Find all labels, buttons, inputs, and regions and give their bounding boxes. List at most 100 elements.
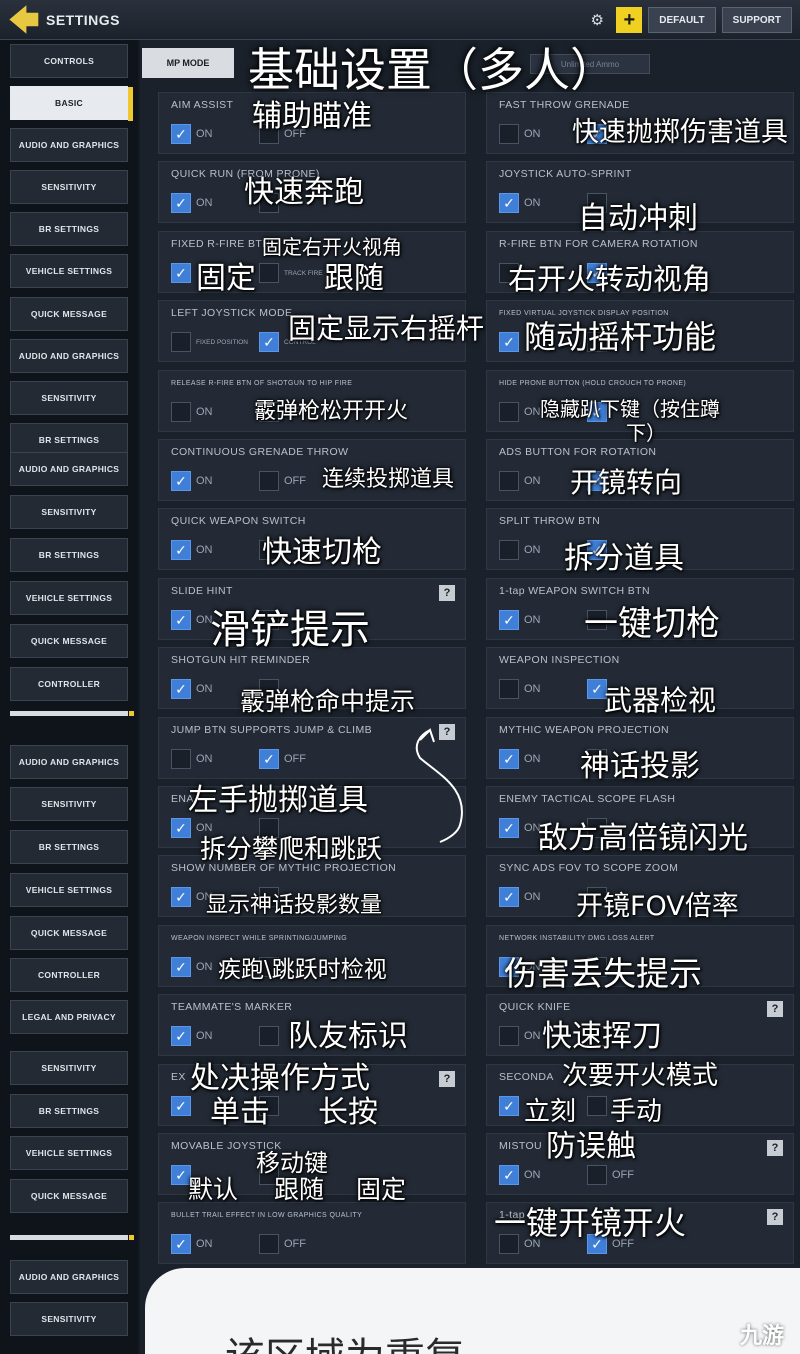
sidebar-item[interactable]: CONTROLLER — [10, 958, 128, 992]
option-1[interactable]: ✓ ON — [499, 192, 541, 214]
option-1[interactable]: ON — [171, 401, 213, 423]
option-1[interactable]: FIXED POSITION — [171, 331, 248, 353]
option-1[interactable]: ON — [499, 678, 541, 700]
checkbox[interactable]: ✓ — [499, 1096, 519, 1116]
option-1[interactable]: ✓ ON — [171, 609, 213, 631]
sidebar-item[interactable]: VEHICLE SETTINGS — [10, 254, 128, 288]
option-1[interactable]: ✓ ON — [499, 886, 541, 908]
option-1[interactable]: ✓ ON — [499, 609, 541, 631]
back-arrow-icon[interactable] — [9, 5, 39, 34]
checkbox[interactable]: ✓ — [171, 263, 191, 283]
sidebar-item[interactable]: VEHICLE SETTINGS — [10, 873, 128, 907]
option-2[interactable] — [259, 1025, 284, 1047]
option-2[interactable]: OFF — [259, 470, 306, 492]
plus-icon[interactable]: + — [616, 7, 643, 33]
checkbox[interactable]: ✓ — [499, 610, 519, 630]
checkbox[interactable]: ✓ — [171, 124, 191, 144]
option-1[interactable]: ✓ ON — [171, 123, 213, 145]
checkbox[interactable] — [171, 402, 191, 422]
checkbox[interactable]: ✓ — [499, 887, 519, 907]
option-1[interactable]: ON — [171, 748, 213, 770]
option-1[interactable]: ✓ ON — [499, 1164, 541, 1186]
checkbox[interactable]: ✓ — [171, 540, 191, 560]
sidebar-item[interactable]: QUICK MESSAGE — [10, 624, 128, 658]
checkbox[interactable] — [499, 471, 519, 491]
checkbox[interactable]: ✓ — [171, 957, 191, 977]
option-1[interactable]: ON — [499, 1025, 541, 1047]
option-1[interactable]: ON — [499, 470, 541, 492]
sidebar-item[interactable]: QUICK MESSAGE — [10, 297, 128, 331]
option-1[interactable]: ✓ ON — [499, 748, 541, 770]
sidebar-item[interactable]: SENSITIVITY — [10, 381, 128, 415]
sidebar-item[interactable]: LEGAL AND PRIVACY — [10, 1000, 128, 1034]
support-button[interactable]: SUPPORT — [721, 7, 792, 33]
checkbox[interactable]: ✓ — [499, 749, 519, 769]
gear-icon[interactable]: ⚙ — [584, 7, 610, 33]
sidebar-item[interactable]: SENSITIVITY — [10, 1302, 128, 1336]
option-2[interactable] — [587, 1095, 612, 1117]
option-1[interactable]: ✓ — [499, 331, 524, 353]
sidebar-item[interactable]: SENSITIVITY — [10, 787, 128, 821]
checkbox[interactable] — [499, 1026, 519, 1046]
default-button[interactable]: DEFAULT — [648, 7, 716, 33]
sidebar-item[interactable]: BASIC — [10, 86, 133, 121]
checkbox[interactable]: ✓ — [171, 679, 191, 699]
sidebar-item[interactable]: QUICK MESSAGE — [10, 916, 128, 950]
checkbox[interactable] — [259, 471, 279, 491]
checkbox[interactable] — [499, 679, 519, 699]
option-2[interactable]: OFF — [259, 1233, 306, 1255]
help-icon[interactable]: ? — [439, 585, 455, 601]
checkbox[interactable] — [587, 1165, 607, 1185]
checkbox[interactable]: ✓ — [171, 610, 191, 630]
option-1[interactable]: ✓ ON — [171, 192, 213, 214]
sidebar-item[interactable]: SENSITIVITY — [10, 1051, 128, 1085]
sidebar-item[interactable]: BR SETTINGS — [10, 830, 128, 864]
option-2[interactable]: OFF — [587, 1164, 634, 1186]
help-icon[interactable]: ? — [767, 1140, 783, 1156]
sidebar-item[interactable]: SENSITIVITY — [10, 170, 128, 204]
sidebar-item[interactable]: SENSITIVITY — [10, 495, 128, 529]
help-icon[interactable]: ? — [767, 1209, 783, 1225]
option-2[interactable]: TRACK FIRE — [259, 262, 323, 284]
checkbox[interactable]: ✓ — [259, 332, 279, 352]
option-1[interactable]: ✓ — [171, 1095, 196, 1117]
checkbox[interactable]: ✓ — [499, 332, 519, 352]
option-1[interactable]: ✓ ON — [171, 1233, 213, 1255]
help-icon[interactable]: ? — [439, 1071, 455, 1087]
checkbox[interactable]: ✓ — [499, 818, 519, 838]
checkbox[interactable] — [259, 1026, 279, 1046]
option-1[interactable]: ✓ — [499, 1095, 524, 1117]
option-1[interactable]: ✓ — [171, 262, 196, 284]
sidebar-item[interactable]: AUDIO AND GRAPHICS — [10, 1260, 128, 1294]
sidebar-item[interactable]: CONTROLLER — [10, 667, 128, 701]
sidebar-item[interactable]: BR SETTINGS — [10, 212, 128, 246]
checkbox[interactable]: ✓ — [171, 193, 191, 213]
checkbox[interactable]: ✓ — [171, 887, 191, 907]
sidebar-item[interactable]: AUDIO AND GRAPHICS — [10, 339, 128, 373]
checkbox[interactable] — [171, 749, 191, 769]
checkbox[interactable] — [259, 1234, 279, 1254]
option-1[interactable]: ✓ ON — [171, 539, 213, 561]
checkbox[interactable] — [499, 402, 519, 422]
checkbox[interactable] — [171, 332, 191, 352]
option-1[interactable]: ✓ ON — [499, 817, 541, 839]
option-1[interactable]: ON — [499, 123, 541, 145]
checkbox[interactable] — [499, 540, 519, 560]
option-1[interactable]: ON — [499, 401, 541, 423]
checkbox[interactable] — [259, 263, 279, 283]
option-1[interactable]: ✓ ON — [171, 1025, 213, 1047]
option-2[interactable]: ✓ OFF — [259, 748, 306, 770]
option-1[interactable]: ✓ ON — [171, 956, 213, 978]
sidebar-item[interactable]: AUDIO AND GRAPHICS — [10, 745, 128, 779]
sidebar-item[interactable]: AUDIO AND GRAPHICS — [10, 452, 128, 486]
sidebar-item[interactable]: BR SETTINGS — [10, 538, 128, 572]
option-1[interactable]: ✓ ON — [171, 678, 213, 700]
checkbox[interactable]: ✓ — [171, 471, 191, 491]
checkbox[interactable]: ✓ — [171, 1234, 191, 1254]
checkbox[interactable]: ✓ — [259, 749, 279, 769]
checkbox[interactable]: ✓ — [171, 818, 191, 838]
option-1[interactable]: ON — [499, 539, 541, 561]
checkbox[interactable]: ✓ — [499, 193, 519, 213]
sidebar-item[interactable]: VEHICLE SETTINGS — [10, 1136, 128, 1170]
checkbox[interactable] — [587, 1096, 607, 1116]
